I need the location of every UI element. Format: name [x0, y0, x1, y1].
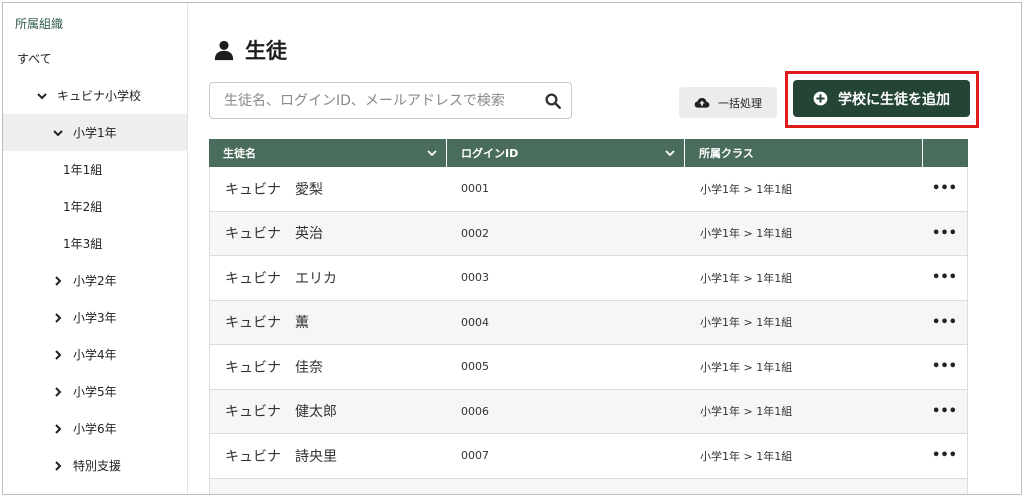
sidebar-item[interactable]: 小学2年	[3, 262, 187, 299]
sidebar-item-label: すべて	[17, 52, 52, 66]
sidebar-item[interactable]: キュビナ小学校	[3, 77, 187, 114]
column-header-name[interactable]: 生徒名	[209, 139, 447, 167]
more-options-icon[interactable]: •••	[922, 301, 967, 345]
class-cell: 小学1年 > 1年1組	[700, 360, 793, 374]
student-name-cell: キュビナ 詩央里	[225, 448, 337, 465]
search-box	[209, 82, 572, 119]
student-name-cell: キュビナ 英治	[225, 226, 323, 243]
students-table: 生徒名 ログインID 所属クラス キュビナ 愛梨 0001 小学1年 > 1年1…	[209, 139, 968, 494]
sidebar-item[interactable]: 小学5年	[3, 373, 187, 410]
table-header: 生徒名 ログインID 所属クラス	[209, 139, 968, 167]
chevron-down-icon[interactable]	[426, 147, 438, 159]
table-row[interactable]: キュビナ 健太郎 0006 小学1年 > 1年1組 •••	[209, 389, 968, 434]
sidebar: 所属組織 すべてキュビナ小学校小学1年 1年1組 1年2組 1年3組小学2年小学3年小…	[3, 3, 188, 494]
sidebar-item[interactable]: 1年3組	[3, 225, 187, 262]
page-title-text: 生徒	[245, 39, 287, 63]
sidebar-item[interactable]: 小学6年	[3, 410, 187, 447]
add-student-label: 学校に生徒を追加	[838, 91, 950, 108]
sidebar-item[interactable]: 小学4年	[3, 336, 187, 373]
class-cell: 小学1年 > 1年1組	[700, 316, 793, 330]
sidebar-item-label: 小学4年	[73, 348, 117, 362]
bulk-process-button[interactable]: 一括処理	[679, 87, 777, 118]
sidebar-item-label: 小学6年	[73, 422, 117, 436]
sidebar-item-label: 小学1年	[73, 126, 117, 140]
table-row[interactable]: キュビナ 詩央里 0007 小学1年 > 1年1組 •••	[209, 434, 968, 479]
login-id-cell: 0001	[461, 182, 489, 196]
page-title: 生徒	[213, 35, 287, 65]
more-options-icon[interactable]: •••	[922, 256, 967, 300]
column-header-actions	[923, 139, 968, 167]
sidebar-item[interactable]: 小学3年	[3, 299, 187, 336]
table-row[interactable]: キュビナ エリカ 0003 小学1年 > 1年1組 •••	[209, 256, 968, 301]
login-id-cell: 0007	[461, 449, 489, 463]
class-cell: 小学1年 > 1年1組	[700, 405, 793, 419]
sidebar-item-label: 小学5年	[73, 385, 117, 399]
login-id-cell: 0003	[461, 271, 489, 285]
column-header-class: 所属クラス	[685, 139, 923, 167]
chevron-right-icon[interactable]	[51, 311, 65, 325]
plus-circle-icon	[813, 91, 828, 106]
more-options-icon[interactable]: •••	[922, 390, 967, 434]
class-cell: 小学1年 > 1年1組	[700, 227, 793, 241]
table-row[interactable]: キュビナ 薫 0004 小学1年 > 1年1組 •••	[209, 300, 968, 345]
main-content: 生徒 一括処理 学校に生徒を追加	[189, 3, 1021, 494]
login-id-cell: 0006	[461, 404, 489, 418]
more-options-icon[interactable]: •••	[922, 345, 967, 389]
cloud-upload-icon	[694, 97, 710, 108]
table-body: キュビナ 愛梨 0001 小学1年 > 1年1組 ••• キュビナ 英治 0002 小学1年…	[209, 167, 968, 479]
table-row[interactable]: キュビナ 英治 0002 小学1年 > 1年1組 •••	[209, 211, 968, 256]
app-frame: 所属組織 すべて キュビナ小学校 小学1年 1年1組 1年2組 1年3組 小学2年 小学3年小…	[2, 2, 1022, 495]
user-icon	[214, 40, 234, 61]
student-name-cell: キュビナ 薫	[225, 315, 309, 332]
login-id-cell: 0002	[461, 226, 489, 240]
column-header-login-id[interactable]: ログインID	[447, 139, 685, 167]
class-cell: 小学1年 > 1年1組	[700, 449, 793, 463]
column-header-label: 生徒名	[223, 147, 256, 160]
chevron-right-icon[interactable]	[51, 385, 65, 399]
chevron-down-icon[interactable]	[51, 126, 65, 140]
sidebar-item[interactable]: すべて	[3, 40, 187, 77]
chevron-right-icon[interactable]	[51, 422, 65, 436]
sidebar-item[interactable]: 小学1年	[3, 114, 187, 151]
sidebar-item[interactable]: 1年1組	[3, 151, 187, 188]
student-name-cell: キュビナ 佳奈	[225, 359, 323, 376]
chevron-right-icon[interactable]	[51, 459, 65, 473]
chevron-right-icon[interactable]	[51, 274, 65, 288]
sidebar-item-label: 1年1組	[63, 163, 103, 177]
login-id-cell: 0005	[461, 360, 489, 374]
student-name-cell: キュビナ 愛梨	[225, 181, 323, 198]
sidebar-item[interactable]: 特別支援	[3, 447, 187, 484]
sidebar-item-label: 特別支援	[73, 459, 122, 473]
bulk-process-label: 一括処理	[718, 96, 762, 110]
sidebar-item[interactable]: 1年2組	[3, 188, 187, 225]
chevron-down-icon[interactable]	[664, 147, 676, 159]
sidebar-item-label: 小学2年	[73, 274, 117, 288]
sidebar-item-label: 1年3組	[63, 237, 103, 251]
column-header-label: ログインID	[461, 147, 519, 160]
sidebar-item-label: キュビナ小学校	[57, 89, 142, 103]
search-icon[interactable]	[535, 92, 571, 110]
table-row[interactable]: キュビナ 愛梨 0001 小学1年 > 1年1組 •••	[209, 167, 968, 212]
table-row[interactable]	[209, 478, 968, 494]
search-input[interactable]	[210, 83, 535, 118]
sidebar-title: 所属組織	[15, 17, 64, 31]
chevron-right-icon[interactable]	[51, 348, 65, 362]
sidebar-item-label: 小学3年	[73, 311, 117, 325]
sidebar-item-label: 1年2組	[63, 200, 103, 214]
more-options-icon[interactable]: •••	[922, 212, 967, 256]
column-header-label: 所属クラス	[699, 147, 754, 160]
login-id-cell: 0004	[461, 315, 489, 329]
chevron-down-icon[interactable]	[35, 89, 49, 103]
student-name-cell: キュビナ 健太郎	[225, 404, 337, 421]
table-row[interactable]: キュビナ 佳奈 0005 小学1年 > 1年1組 •••	[209, 345, 968, 390]
more-options-icon[interactable]: •••	[922, 434, 967, 478]
student-name-cell: キュビナ エリカ	[225, 270, 337, 287]
add-student-button[interactable]: 学校に生徒を追加	[793, 80, 970, 117]
class-cell: 小学1年 > 1年1組	[700, 271, 793, 285]
class-cell: 小学1年 > 1年1組	[700, 182, 793, 196]
more-options-icon[interactable]: •••	[922, 167, 967, 211]
